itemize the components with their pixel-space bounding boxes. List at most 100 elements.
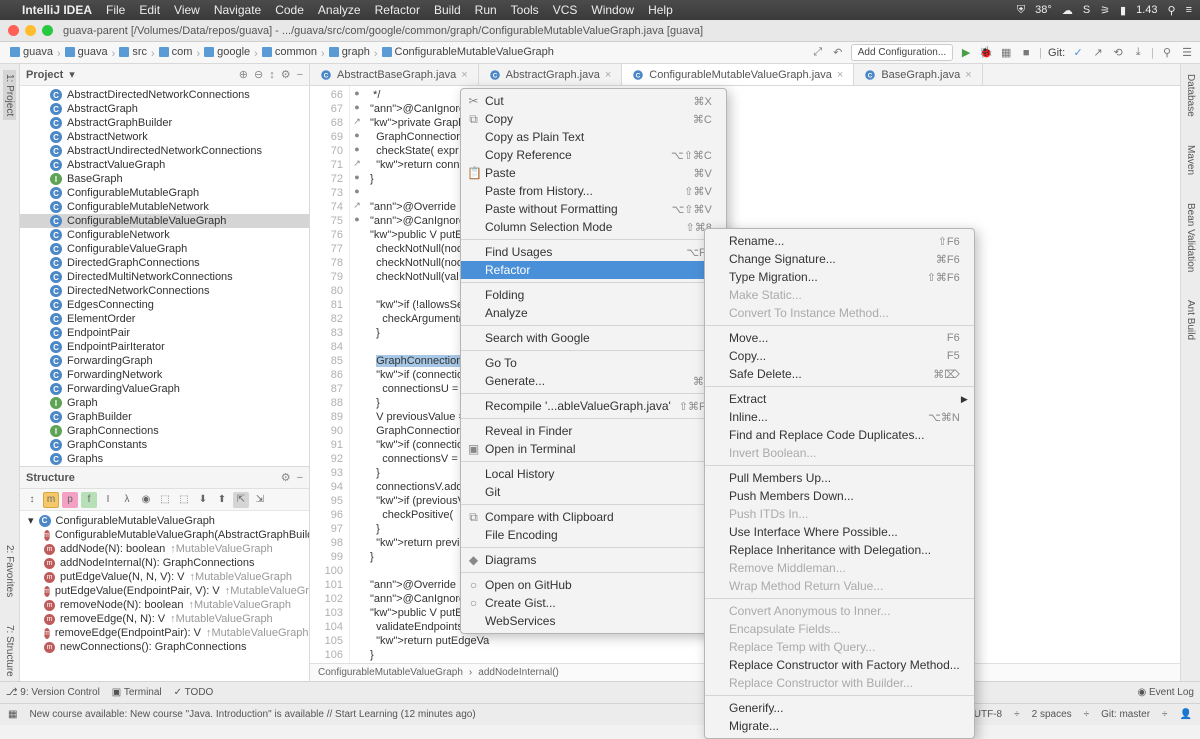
menu-run[interactable]: Run: [475, 3, 497, 17]
project-scope-icon[interactable]: ⊕: [239, 68, 248, 81]
menu-item-push-members-down-[interactable]: Push Members Down...: [705, 487, 974, 505]
menu-item-paste-from-history-[interactable]: Paste from History...⇧⌘V: [461, 182, 726, 200]
menu-code[interactable]: Code: [275, 3, 304, 17]
struct-auto-icon[interactable]: ⇲: [252, 492, 268, 508]
struct-item[interactable]: mnewConnections(): GraphConnections: [20, 640, 309, 654]
struct-item[interactable]: mremoveEdge(N, N): V ↑MutableValueGraph: [20, 612, 309, 626]
tree-item-ForwardingValueGraph[interactable]: CForwardingValueGraph: [20, 382, 309, 396]
menu-item-recompile-ablevaluegraph-java-[interactable]: Recompile '...ableValueGraph.java'⇧⌘F9: [461, 397, 726, 415]
search-everywhere-icon[interactable]: ⚲: [1160, 46, 1174, 60]
menu-window[interactable]: Window: [591, 3, 634, 17]
tab-AbstractBaseGraph.java[interactable]: CAbstractBaseGraph.java×: [310, 64, 479, 85]
tree-item-AbstractValueGraph[interactable]: CAbstractValueGraph: [20, 158, 309, 172]
tree-item-ConfigurableMutableGraph[interactable]: CConfigurableMutableGraph: [20, 186, 309, 200]
menu-item-generify-[interactable]: Generify...: [705, 699, 974, 717]
menu-item-copy[interactable]: ⧉Copy⌘C: [461, 110, 726, 128]
menu-item-search-with-google[interactable]: Search with Google: [461, 329, 726, 347]
struct-c-icon[interactable]: ◉: [138, 492, 154, 508]
tree-item-AbstractNetwork[interactable]: CAbstractNetwork: [20, 130, 309, 144]
struct-scroll-icon[interactable]: ⇱: [233, 492, 249, 508]
menu-item-find-and-replace-code-duplicates-[interactable]: Find and Replace Code Duplicates...: [705, 426, 974, 444]
git-history-icon[interactable]: ⟲: [1111, 46, 1125, 60]
status-indent[interactable]: 2 spaces: [1032, 709, 1072, 720]
struct-item[interactable]: mConfigurableMutableValueGraph(AbstractG…: [20, 528, 309, 542]
stripe-structure[interactable]: 7: Structure: [3, 621, 16, 681]
struct-filter2-icon[interactable]: ⬚: [176, 492, 192, 508]
menu-navigate[interactable]: Navigate: [214, 3, 261, 17]
bottom-terminal[interactable]: ▣ Terminal: [112, 687, 162, 698]
menu-item-paste[interactable]: 📋Paste⌘V: [461, 164, 726, 182]
menu-item-paste-without-formatting[interactable]: Paste without Formatting⌥⇧⌘V: [461, 200, 726, 218]
status-inspect-icon[interactable]: 👤: [1180, 709, 1192, 720]
menu-refactor[interactable]: Refactor: [375, 3, 420, 17]
breadcrumb-src[interactable]: src: [115, 45, 151, 59]
struct-m-icon[interactable]: m: [43, 492, 59, 508]
menu-item-open-on-github[interactable]: ○Open on GitHub: [461, 576, 726, 594]
struct-root[interactable]: ▾ C ConfigurableMutableValueGraph: [20, 513, 309, 528]
status-encoding[interactable]: UTF-8: [974, 709, 1002, 720]
refactor-submenu[interactable]: Rename...⇧F6Change Signature...⌘F6Type M…: [704, 228, 975, 739]
tree-item-EdgesConnecting[interactable]: CEdgesConnecting: [20, 298, 309, 312]
tab-ConfigurableMutableValueGraph.java[interactable]: CConfigurableMutableValueGraph.java×: [622, 64, 854, 85]
struct-item[interactable]: mputEdgeValue(N, N, V): V ↑MutableValueG…: [20, 570, 309, 584]
menu-item-diagrams[interactable]: ◆Diagrams▶: [461, 551, 726, 569]
menu-item-rename-[interactable]: Rename...⇧F6: [705, 232, 974, 250]
tree-item-ElementOrder[interactable]: CElementOrder: [20, 312, 309, 326]
struct-item[interactable]: mremoveEdge(EndpointPair): V ↑MutableVal…: [20, 626, 309, 640]
struct-filter1-icon[interactable]: ⬚: [157, 492, 173, 508]
tree-item-DirectedGraphConnections[interactable]: CDirectedGraphConnections: [20, 256, 309, 270]
tree-item-EndpointPairIterator[interactable]: CEndpointPairIterator: [20, 340, 309, 354]
stripe-maven[interactable]: Maven: [1184, 141, 1197, 179]
crumb-class[interactable]: ConfigurableMutableValueGraph: [318, 667, 463, 678]
tree-item-GraphBuilder[interactable]: CGraphBuilder: [20, 410, 309, 424]
git-commit-icon[interactable]: ↗: [1091, 46, 1105, 60]
tree-item-AbstractGraph[interactable]: CAbstractGraph: [20, 102, 309, 116]
coverage-icon[interactable]: ▦: [999, 46, 1013, 60]
bottom-event-log[interactable]: ◉ Event Log: [1137, 687, 1194, 698]
project-tree[interactable]: CAbstractDirectedNetworkConnectionsCAbst…: [20, 86, 309, 466]
menu-help[interactable]: Help: [648, 3, 673, 17]
tree-item-Graphs[interactable]: CGraphs: [20, 452, 309, 466]
editor-context-menu[interactable]: ✂Cut⌘X⧉Copy⌘CCopy as Plain TextCopy Refe…: [460, 88, 727, 634]
breadcrumb-google[interactable]: google: [200, 45, 254, 59]
menu-view[interactable]: View: [174, 3, 200, 17]
build-icon[interactable]: ⤢: [811, 46, 825, 60]
stripe-ant-build[interactable]: Ant Build: [1184, 296, 1197, 344]
menu-item-file-encoding[interactable]: File Encoding: [461, 526, 726, 544]
tab-BaseGraph.java[interactable]: CBaseGraph.java×: [854, 64, 982, 85]
menu-item-compare-with-clipboard[interactable]: ⧉Compare with Clipboard: [461, 508, 726, 526]
struct-collapse-icon[interactable]: ⬆: [214, 492, 230, 508]
struct-sort-icon[interactable]: ↕: [24, 492, 40, 508]
debug-icon[interactable]: 🐞: [979, 46, 993, 60]
status-git-branch[interactable]: Git: master: [1101, 709, 1150, 720]
nav-back-icon[interactable]: ↶: [831, 46, 845, 60]
menu-item-cut[interactable]: ✂Cut⌘X: [461, 92, 726, 110]
tree-item-DirectedNetworkConnections[interactable]: CDirectedNetworkConnections: [20, 284, 309, 298]
tree-item-GraphConnections[interactable]: IGraphConnections: [20, 424, 309, 438]
tree-item-ConfigurableMutableValueGraph[interactable]: CConfigurableMutableValueGraph: [20, 214, 309, 228]
menu-tools[interactable]: Tools: [511, 3, 539, 17]
tree-item-BaseGraph[interactable]: IBaseGraph: [20, 172, 309, 186]
menu-item-change-signature-[interactable]: Change Signature...⌘F6: [705, 250, 974, 268]
stop-icon[interactable]: ■: [1019, 46, 1033, 60]
crumb-method[interactable]: addNodeInternal(): [478, 667, 559, 678]
run-icon[interactable]: ▶: [959, 46, 973, 60]
breadcrumb-guava[interactable]: guava: [6, 45, 57, 59]
project-settings-icon[interactable]: ⚙: [281, 68, 291, 81]
menu-item-folding[interactable]: Folding▶: [461, 286, 726, 304]
menu-item-extract[interactable]: Extract▶: [705, 390, 974, 408]
status-search-icon[interactable]: ⚲: [1168, 4, 1176, 17]
bottom-vc[interactable]: ⎇ 9: Version Control: [6, 687, 100, 698]
tree-item-AbstractDirectedNetworkConnections[interactable]: CAbstractDirectedNetworkConnections: [20, 88, 309, 102]
tree-item-Graph[interactable]: IGraph: [20, 396, 309, 410]
structure-tree[interactable]: ▾ C ConfigurableMutableValueGraphmConfig…: [20, 511, 309, 681]
structure-hide-icon[interactable]: −: [297, 472, 303, 484]
struct-p-icon[interactable]: p: [62, 492, 78, 508]
menu-item-copy-as-plain-text[interactable]: Copy as Plain Text: [461, 128, 726, 146]
struct-i-icon[interactable]: I: [100, 492, 116, 508]
menu-item-inline-[interactable]: Inline...⌥⌘N: [705, 408, 974, 426]
stripe-project[interactable]: 1: Project: [3, 70, 16, 120]
breadcrumb-common[interactable]: common: [258, 45, 321, 59]
tree-item-AbstractUndirectedNetworkConnections[interactable]: CAbstractUndirectedNetworkConnections: [20, 144, 309, 158]
window-minimize-button[interactable]: [25, 25, 36, 36]
